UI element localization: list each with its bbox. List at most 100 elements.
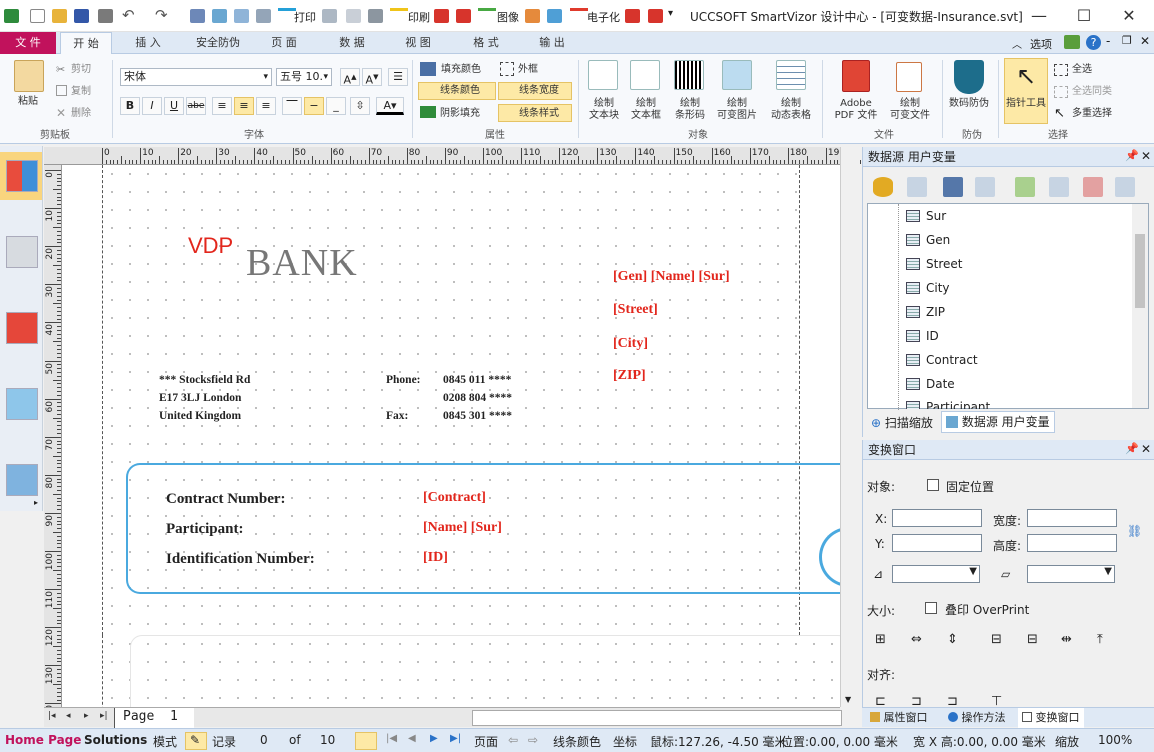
tree-item[interactable]: Date (906, 374, 955, 394)
add-record-icon[interactable] (1015, 177, 1035, 197)
tree-item[interactable]: ID (906, 326, 939, 346)
layout-icon[interactable] (256, 9, 271, 23)
draw-text-box-icon[interactable] (630, 60, 660, 90)
variable-tree[interactable]: Sur Gen Street City ZIP ID Contract Date… (867, 203, 1149, 410)
overprint-checkbox[interactable] (925, 602, 937, 614)
tree-item[interactable]: Participant (906, 397, 990, 409)
panel-close-icon[interactable]: ✕ (1141, 149, 1151, 163)
pin-icon[interactable]: 📌 (1125, 149, 1139, 162)
align-left-button[interactable]: ≡ (212, 97, 232, 115)
line-color-label[interactable]: 线条颜色 (440, 85, 480, 97)
adobe-pdf-label[interactable]: Adobe PDF 文件 (828, 98, 884, 122)
last-record-icon[interactable]: ▶| (450, 733, 461, 744)
same-height-icon[interactable]: ⇕ (947, 632, 963, 647)
page-mode-button[interactable] (355, 732, 377, 750)
digital-security-label[interactable]: 数码防伪 (949, 98, 989, 110)
rotate-select[interactable]: ▼ (892, 565, 980, 583)
delete-record-icon[interactable] (1083, 177, 1103, 197)
last-page-icon[interactable]: ▸| (100, 711, 108, 721)
logo-bank[interactable]: BANK (246, 241, 358, 285)
center-v-icon[interactable]: ⊟ (1027, 632, 1043, 647)
zoom-icon[interactable] (234, 9, 249, 23)
sort-icon[interactable] (975, 177, 995, 197)
skew-select[interactable]: ▼ (1027, 565, 1115, 583)
phone-value[interactable]: 0845 011 **** (443, 374, 511, 386)
minimize-button[interactable]: — (1018, 2, 1060, 30)
border-icon[interactable] (500, 62, 514, 76)
tree-scrollbar[interactable] (1132, 204, 1148, 408)
open-icon[interactable] (52, 9, 67, 23)
delete-icon[interactable]: ✕ (56, 106, 66, 120)
multi-select-label[interactable]: 多重选择 (1072, 108, 1112, 120)
doc-icon[interactable] (190, 9, 205, 23)
fax-label[interactable]: Fax: (386, 410, 408, 422)
line-style-label[interactable]: 线条样式 (519, 108, 559, 120)
tree-item[interactable]: Gen (906, 230, 950, 250)
paste-icon[interactable] (14, 60, 44, 92)
line-width-label[interactable]: 线条宽度 (519, 85, 559, 97)
print-preview-icon[interactable] (346, 9, 361, 23)
save-icon[interactable] (74, 9, 89, 23)
tab-datasource[interactable]: 数据源 用户变量 (941, 411, 1055, 433)
collapse-ribbon-icon[interactable]: ︿ (1012, 36, 1022, 51)
page-tab[interactable]: Page 1 (114, 708, 194, 728)
scroll-down-icon[interactable]: ▼ (845, 695, 851, 704)
shadow-fill-icon[interactable] (420, 106, 436, 118)
width-input[interactable] (1027, 509, 1117, 527)
select-all-icon[interactable] (1054, 64, 1068, 76)
undo-icon[interactable]: ↶ (122, 6, 135, 24)
filter-icon[interactable] (943, 177, 963, 197)
tab-file[interactable]: 文 件 (0, 32, 56, 54)
same-size-icon[interactable]: ⊞ (875, 632, 891, 647)
participant-value[interactable]: [Name] [Sur] (423, 520, 502, 536)
options-menu[interactable]: 选项 (1030, 36, 1052, 52)
copy-label[interactable]: 复制 (71, 86, 91, 98)
second-content-box[interactable] (130, 635, 840, 707)
help-icon[interactable]: ? (1086, 35, 1101, 50)
qa-dropdown-icon[interactable]: ▾ (668, 8, 673, 19)
fill-color-label[interactable]: 填充颜色 (441, 64, 481, 76)
field-zip[interactable]: [ZIP] (613, 368, 646, 384)
variable-file-icon[interactable] (896, 62, 922, 92)
first-record-icon[interactable]: |◀ (386, 733, 397, 744)
find-icon[interactable] (212, 9, 227, 23)
sql-icon[interactable] (907, 177, 927, 197)
font-color-button[interactable]: A▾ (376, 97, 404, 115)
border-label[interactable]: 外框 (518, 64, 538, 76)
restore-window-icon[interactable]: ❐ (1122, 34, 1132, 47)
phone-value[interactable]: 0208 804 **** (443, 392, 512, 404)
tab-page[interactable]: 页 面 (258, 32, 310, 54)
tab-view[interactable]: 视 图 (392, 32, 444, 54)
same-width-icon[interactable]: ⇔ (911, 632, 927, 647)
line-spacing-button[interactable]: ⇳ (350, 97, 370, 115)
valign-bottom-button[interactable]: _ (326, 97, 346, 115)
shield-icon[interactable] (954, 60, 984, 94)
prev-page-icon[interactable]: ◂ (66, 711, 71, 721)
tree-item[interactable]: Street (906, 254, 962, 274)
strikethrough-button[interactable]: abe (186, 97, 206, 115)
draw-variable-image-label[interactable]: 绘制 可变图片 (712, 98, 762, 122)
first-page-icon[interactable]: |◂ (48, 711, 56, 721)
tab-scan-zoom[interactable]: ⊕ 扫描缩放 (867, 413, 937, 433)
electronic-label[interactable]: 电子化 (587, 9, 620, 25)
image-label[interactable]: 图像 (497, 9, 519, 25)
zoom-value[interactable]: 100% (1098, 733, 1132, 747)
x-input[interactable] (892, 509, 982, 527)
copy-icon[interactable] (56, 85, 67, 96)
close-doc-icon[interactable]: ✕ (1140, 34, 1150, 48)
image-panel-icon[interactable] (6, 388, 38, 420)
contract-number-value[interactable]: [Contract] (423, 490, 486, 506)
cut-label[interactable]: 剪切 (71, 64, 91, 76)
valign-top-button[interactable]: ⎺ (282, 97, 302, 115)
save-all-icon[interactable] (98, 9, 113, 23)
y-input[interactable] (892, 534, 982, 552)
font-family-select[interactable]: 宋体 ▾ (120, 68, 272, 86)
shrink-font-button[interactable]: A▼ (362, 68, 382, 87)
printer-icon[interactable] (368, 9, 383, 23)
next-page-icon[interactable]: ▸ (84, 711, 89, 721)
draw-dynamic-table-label[interactable]: 绘制 动态表格 (765, 98, 817, 122)
underline-button[interactable]: U (164, 97, 184, 115)
distribute-h-icon[interactable]: ⇹ (1061, 632, 1077, 647)
multi-select-icon[interactable]: ↖ (1054, 106, 1065, 121)
mode-button[interactable]: ✎ (185, 732, 207, 750)
